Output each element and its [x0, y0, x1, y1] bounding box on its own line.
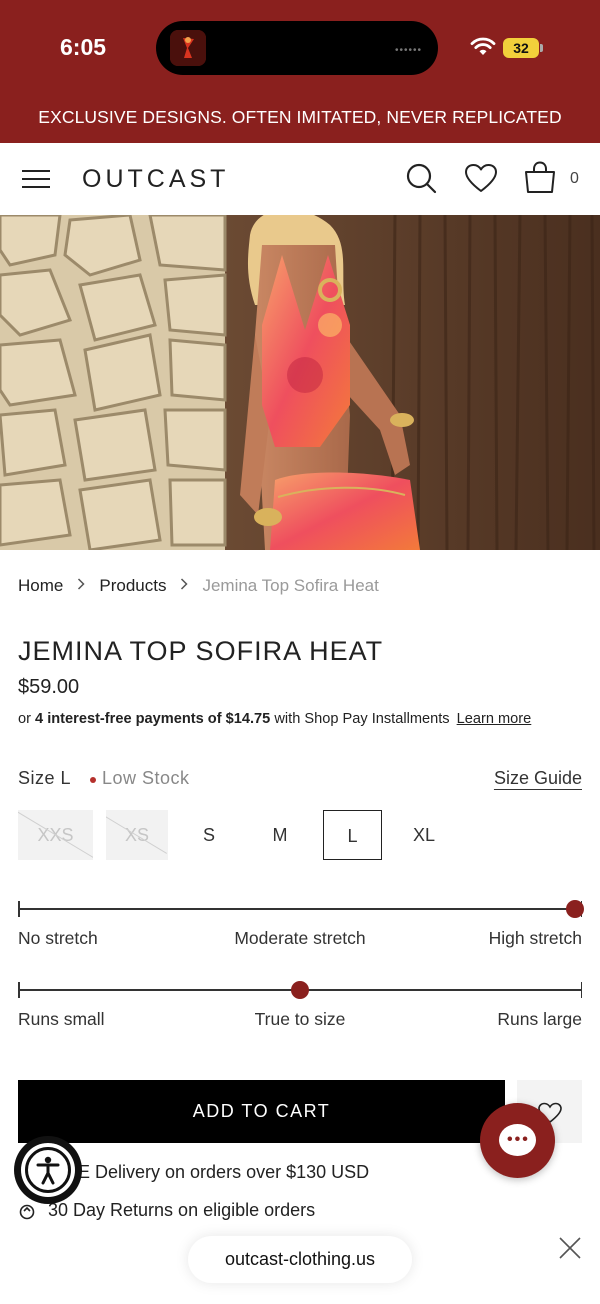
product-image[interactable]: [0, 215, 600, 550]
breadcrumb-home[interactable]: Home: [18, 576, 63, 596]
size-header: Size L Low Stock Size Guide: [18, 768, 582, 794]
browser-url-bar[interactable]: outcast-clothing.us: [188, 1236, 412, 1283]
size-option-l[interactable]: L: [323, 810, 382, 860]
product-title: JEMINA TOP SOFIRA HEAT: [18, 636, 384, 666]
status-time: 6:05: [60, 34, 107, 60]
add-to-cart-button[interactable]: ADD TO CART: [18, 1080, 505, 1143]
sizing-scale-end-cap: [580, 982, 582, 998]
battery-indicator: 32: [503, 38, 539, 58]
breadcrumb: Home Products Jemina Top Sofira Heat: [18, 576, 379, 596]
status-bar: 6:05 •••••• 32: [0, 0, 600, 92]
stretch-scale: No stretch Moderate stretch High stretch: [18, 900, 584, 960]
installments-provider: with Shop Pay Installments: [274, 711, 450, 727]
heart-icon[interactable]: [464, 163, 498, 193]
size-option-xxs[interactable]: XXS: [18, 810, 93, 860]
battery-nub: [540, 44, 543, 52]
menu-icon[interactable]: [22, 168, 50, 190]
breadcrumb-current: Jemina Top Sofira Heat: [202, 576, 379, 595]
stock-dot-icon: [90, 777, 96, 783]
chat-button[interactable]: •••: [480, 1103, 555, 1178]
stretch-level-marker: [566, 900, 584, 918]
search-icon[interactable]: [405, 162, 437, 194]
stretch-label-mid: Moderate stretch: [234, 928, 366, 948]
chevron-right-icon: [180, 577, 189, 595]
size-option-xl[interactable]: XL: [395, 810, 453, 860]
breadcrumb-products[interactable]: Products: [99, 576, 166, 596]
stretch-scale-line: [18, 908, 582, 910]
size-option-s[interactable]: S: [180, 810, 238, 860]
installments-info: or 4 interest-free payments of $14.75 wi…: [18, 711, 531, 727]
size-guide-link[interactable]: Size Guide: [494, 768, 582, 789]
size-label: Size L: [18, 768, 72, 788]
now-playing-thumbnail: [170, 30, 206, 66]
learn-more-link[interactable]: Learn more: [457, 711, 532, 727]
chat-dots-icon: •••: [507, 1131, 530, 1148]
sizing-level-marker: [291, 981, 309, 999]
island-indicator-icon: ••••••: [394, 45, 422, 56]
size-option-xs[interactable]: XS: [106, 810, 168, 860]
dynamic-island: ••••••: [156, 21, 438, 75]
stretch-label-high: High stretch: [488, 928, 582, 948]
stretch-scale-start-cap: [18, 901, 20, 917]
sizing-label-high: Runs large: [497, 1009, 582, 1029]
site-header: OUTCAST 0: [0, 143, 600, 215]
brand-logo[interactable]: OUTCAST: [82, 165, 229, 194]
installments-amount: $14.75: [225, 711, 271, 727]
stock-status: Low Stock: [102, 768, 190, 788]
delivery-benefit: E Delivery on orders over $130 USD: [78, 1162, 370, 1182]
returns-icon: [19, 1204, 35, 1220]
sizing-scale: Runs small True to size Runs large: [18, 981, 582, 1041]
accessibility-button[interactable]: [14, 1136, 82, 1204]
bag-icon[interactable]: [524, 160, 556, 194]
sizing-scale-start-cap: [18, 982, 20, 998]
close-icon[interactable]: [558, 1236, 582, 1260]
chevron-right-icon: [77, 577, 85, 595]
stretch-label-low: No stretch: [18, 928, 98, 948]
size-option-m[interactable]: M: [251, 810, 309, 860]
returns-benefit: 30 Day Returns on eligible orders: [48, 1200, 316, 1220]
sizing-label-mid: True to size: [254, 1009, 346, 1029]
sizing-label-low: Runs small: [18, 1009, 105, 1029]
cart-count: 0: [570, 170, 579, 187]
wifi-icon: [470, 37, 496, 55]
installments-prefix: or: [18, 711, 31, 727]
accessibility-icon: [21, 1143, 75, 1197]
installments-count: 4 interest-free payments of: [35, 711, 222, 727]
product-price: $59.00: [18, 676, 80, 698]
promo-banner: EXCLUSIVE DESIGNS. OFTEN IMITATED, NEVER…: [0, 92, 600, 143]
